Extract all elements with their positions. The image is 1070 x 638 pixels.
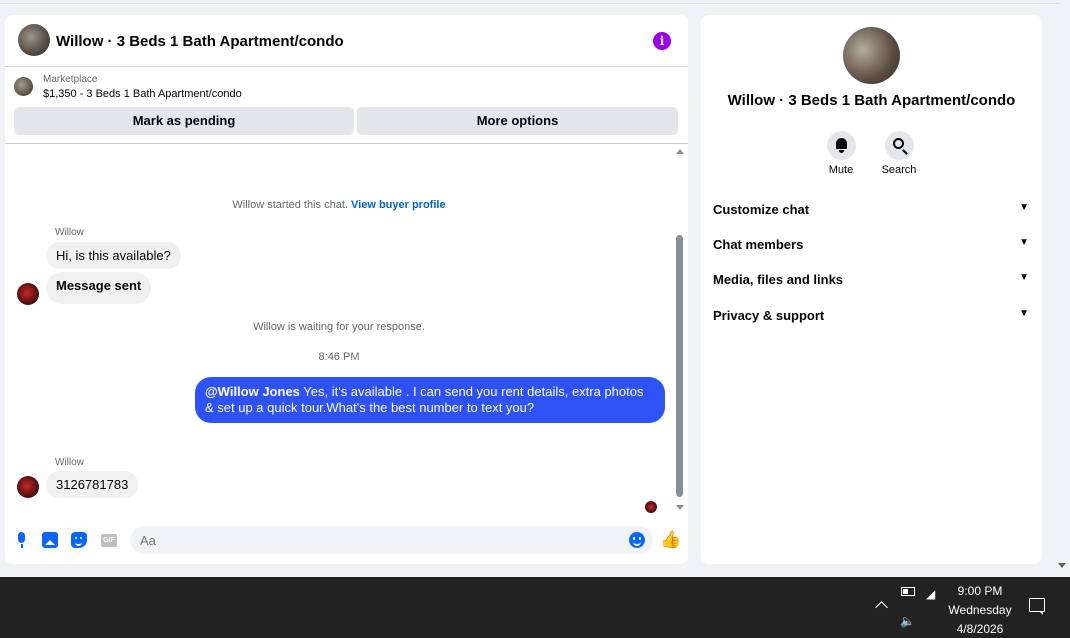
search-button[interactable]: Search	[877, 131, 921, 176]
mute-label: Mute	[828, 164, 854, 176]
scroll-down-arrow-icon[interactable]	[676, 505, 684, 510]
waiting-notice: Willow is waiting for your response.	[253, 321, 425, 333]
gif-icon[interactable]: GIF	[101, 534, 117, 547]
scroll-up-arrow-icon[interactable]	[676, 149, 684, 154]
listing-summary[interactable]: $1,350 - 3 Beds 1 Bath Apartment/condo	[43, 88, 242, 100]
listing-thumbnail[interactable]	[14, 77, 33, 96]
chat-started-text: Willow started this chat.	[232, 199, 348, 211]
microphone-icon[interactable]	[14, 532, 30, 548]
clock-day: Wednesday	[948, 603, 1012, 617]
message-bubble-incoming[interactable]: Message sent	[46, 272, 152, 304]
sender-name: Willow	[55, 457, 84, 468]
windows-taskbar: ◢ 🔈 9:00 PM Wednesday 4/8/2026	[0, 577, 1070, 638]
chat-title[interactable]: Willow · 3 Beds 1 Bath Apartment/condo	[56, 33, 344, 50]
chat-started-notice: Willow started this chat. View buyer pro…	[5, 199, 673, 211]
listing-avatar-large[interactable]	[843, 27, 900, 84]
mention[interactable]: @Willow Jones	[205, 384, 300, 399]
search-icon	[892, 138, 904, 149]
chevron-down-icon[interactable]: ▼	[1019, 308, 1029, 319]
wifi-icon[interactable]: ◢	[926, 587, 935, 601]
chevron-down-icon[interactable]: ▼	[1019, 272, 1029, 283]
section-media-files-links[interactable]: Media, files and links ▼	[713, 272, 1031, 292]
section-label: Media, files and links	[713, 272, 844, 287]
scrollbar-thumb[interactable]	[676, 235, 683, 497]
sender-name: Willow	[55, 227, 84, 238]
sticker-icon[interactable]	[71, 532, 87, 548]
view-buyer-profile-link[interactable]: View buyer profile	[351, 199, 446, 211]
mark-as-pending-button[interactable]: Mark as pending	[14, 107, 354, 135]
info-icon[interactable]: i	[653, 32, 671, 50]
section-label: Customize chat	[713, 202, 810, 217]
seen-indicator-avatar	[645, 501, 657, 513]
battery-icon[interactable]	[901, 587, 915, 596]
chevron-down-icon[interactable]: ▼	[1019, 202, 1029, 213]
photo-icon[interactable]	[42, 532, 58, 548]
chevron-down-icon[interactable]: ▼	[1019, 237, 1029, 248]
clock-time: 9:00 PM	[957, 584, 1003, 598]
mute-circle[interactable]	[826, 131, 856, 160]
bell-icon	[835, 138, 847, 153]
message-bubble-incoming[interactable]: Hi, is this available?	[46, 242, 181, 269]
section-label: Privacy & support	[713, 308, 825, 323]
emoji-icon[interactable]	[629, 532, 645, 548]
top-border	[0, 0, 1060, 4]
sender-avatar[interactable]	[17, 476, 39, 498]
message-bubble-incoming[interactable]: 3126781783	[46, 471, 139, 498]
sender-avatar[interactable]	[17, 283, 39, 305]
search-circle[interactable]	[884, 131, 914, 160]
message-bubble-outgoing[interactable]: @Willow Jones Yes, it's available . I ca…	[195, 377, 665, 423]
section-customize-chat[interactable]: Customize chat ▼	[713, 202, 1031, 222]
mute-button[interactable]: Mute	[819, 131, 863, 176]
clock-date: 4/8/2026	[956, 622, 1004, 636]
search-label: Search	[881, 164, 917, 176]
section-label: Chat members	[713, 237, 804, 252]
message-composer: GIF 👍	[5, 520, 688, 564]
show-hidden-icons-icon[interactable]	[875, 601, 888, 614]
notifications-icon[interactable]	[1029, 598, 1045, 615]
chat-header: Willow · 3 Beds 1 Bath Apartment/condo i	[5, 15, 688, 67]
listing-avatar[interactable]	[18, 24, 50, 56]
clock[interactable]: 9:00 PM Wednesday 4/8/2026	[940, 582, 1020, 638]
page-scroll-down-icon[interactable]	[1058, 563, 1066, 568]
thumbs-up-icon[interactable]: 👍	[660, 531, 681, 549]
chat-panel: Willow · 3 Beds 1 Bath Apartment/condo i…	[5, 15, 688, 564]
section-chat-members[interactable]: Chat members ▼	[713, 237, 1031, 257]
header-divider	[5, 143, 688, 145]
chat-scrollbar[interactable]	[675, 147, 685, 515]
marketplace-label: Marketplace	[43, 74, 98, 85]
chat-info-panel: Willow · 3 Beds 1 Bath Apartment/condo M…	[701, 15, 1042, 564]
section-privacy-support[interactable]: Privacy & support ▼	[713, 308, 1031, 328]
message-input[interactable]	[130, 526, 653, 554]
volume-icon[interactable]: 🔈	[900, 614, 915, 628]
panel-title: Willow · 3 Beds 1 Bath Apartment/condo	[727, 92, 1016, 109]
message-timestamp: 8:46 PM	[318, 351, 360, 363]
more-options-button[interactable]: More options	[357, 107, 678, 135]
